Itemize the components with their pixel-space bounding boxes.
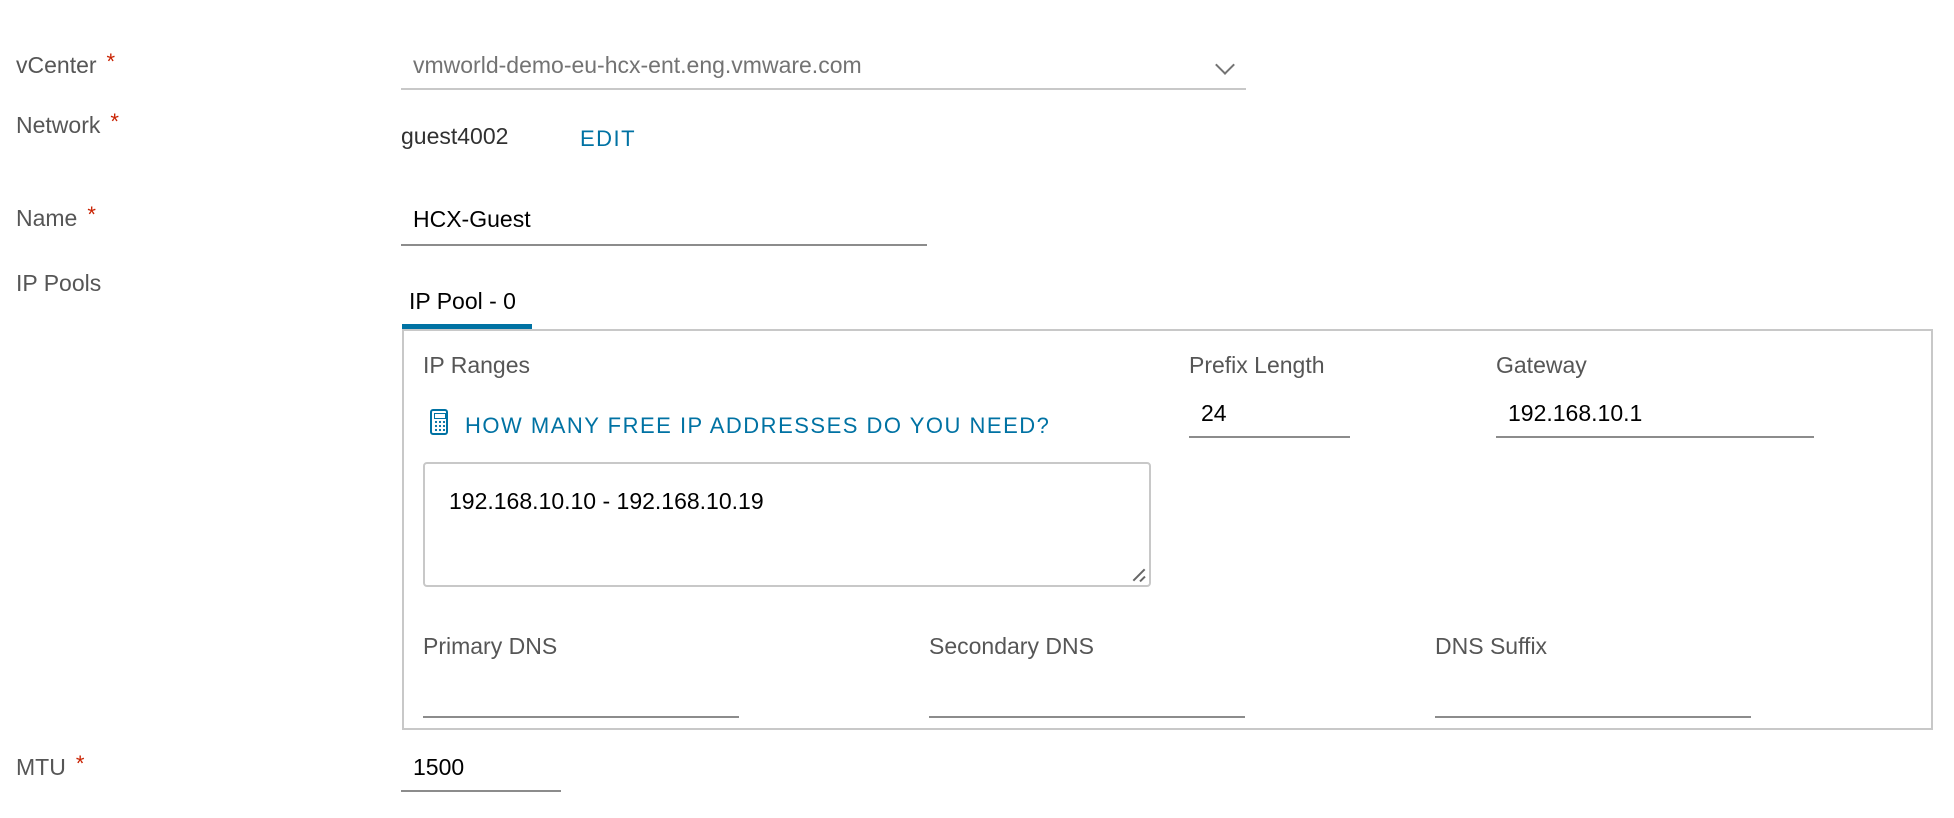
name-label: Name *: [16, 202, 96, 232]
required-marker: *: [110, 109, 119, 134]
network-label: Network *: [16, 109, 119, 139]
ip-ranges-value: 192.168.10.10 - 192.168.10.19: [449, 488, 764, 514]
dns-suffix-input[interactable]: [1435, 676, 1751, 718]
gateway-input[interactable]: 192.168.10.1: [1496, 396, 1814, 438]
gateway-value: 192.168.10.1: [1508, 400, 1643, 426]
dns-suffix-label: DNS Suffix: [1435, 633, 1548, 659]
required-marker: *: [75, 751, 85, 776]
ip-ranges-textarea[interactable]: 192.168.10.10 - 192.168.10.19: [423, 462, 1151, 587]
mtu-label: MTU *: [16, 751, 85, 781]
edit-network-button[interactable]: EDIT: [580, 126, 636, 152]
vcenter-label-text: vCenter: [16, 52, 97, 78]
mtu-value: 1500: [413, 754, 465, 780]
name-label-text: Name: [16, 205, 78, 231]
prefix-length-input[interactable]: 24: [1189, 396, 1350, 438]
mtu-input[interactable]: 1500: [401, 750, 561, 792]
tab-ip-pool-0-label: IP Pool - 0: [409, 288, 516, 314]
mtu-label-text: MTU: [16, 754, 66, 780]
tab-ip-pool-0[interactable]: IP Pool - 0: [402, 280, 532, 330]
vcenter-select-value: vmworld-demo-eu-hcx-ent.eng.vmware.com: [413, 52, 862, 78]
primary-dns-input[interactable]: [423, 676, 739, 718]
ip-pools-label: IP Pools: [16, 270, 101, 297]
ip-pools-label-text: IP Pools: [16, 270, 102, 296]
prefix-length-value: 24: [1201, 400, 1227, 426]
calculator-keys: [434, 420, 446, 432]
required-marker: *: [87, 202, 96, 227]
chevron-down-icon[interactable]: [1215, 55, 1235, 75]
required-marker: *: [106, 49, 116, 74]
secondary-dns-input[interactable]: [929, 676, 1245, 718]
how-many-ip-addresses-link[interactable]: HOW MANY FREE IP ADDRESSES DO YOU NEED?: [465, 413, 1050, 439]
calculator-icon[interactable]: [430, 409, 448, 435]
name-input[interactable]: HCX-Guest: [401, 200, 927, 246]
name-input-value: HCX-Guest: [413, 206, 531, 232]
calculator-screen: [434, 413, 446, 419]
network-value: guest4002: [401, 123, 509, 149]
prefix-length-label: Prefix Length: [1189, 352, 1325, 378]
resize-handle-icon[interactable]: [1132, 568, 1146, 583]
primary-dns-label: Primary DNS: [423, 633, 558, 659]
network-label-text: Network: [16, 112, 101, 138]
gateway-label: Gateway: [1496, 352, 1587, 378]
vcenter-label: vCenter *: [16, 49, 116, 79]
secondary-dns-label: Secondary DNS: [929, 633, 1094, 659]
vcenter-select[interactable]: vmworld-demo-eu-hcx-ent.eng.vmware.com: [401, 46, 1246, 90]
ip-ranges-label: IP Ranges: [423, 352, 530, 378]
